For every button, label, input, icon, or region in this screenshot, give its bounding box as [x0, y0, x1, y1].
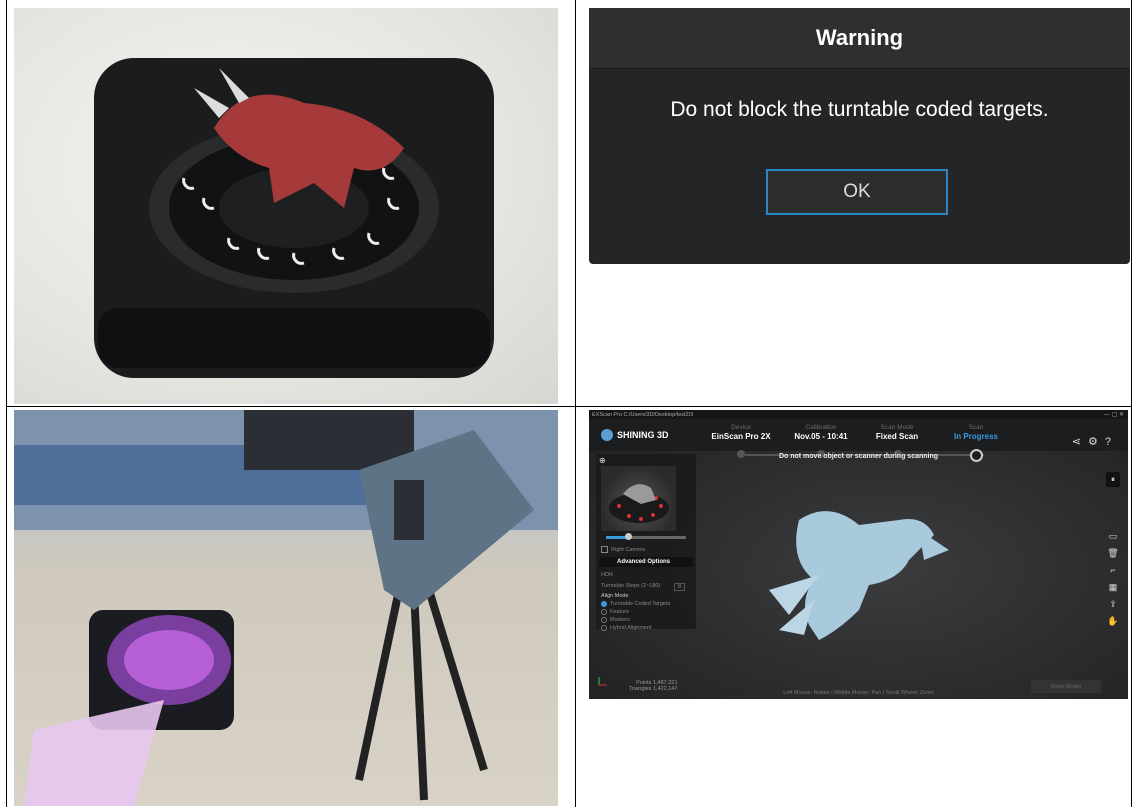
align-option: Feature — [610, 609, 629, 615]
align-option: Markers — [610, 617, 630, 623]
advanced-options-header[interactable]: Advanced Options — [599, 557, 693, 567]
scanned-mesh-model[interactable] — [759, 490, 959, 650]
top-toolbar-icons: ⋖⚙? — [1072, 435, 1118, 448]
scan-software-window: EXScan Pro C:/Users/3D/Desktop/test2/3 —… — [589, 410, 1128, 699]
logo-icon — [601, 429, 613, 441]
logo-text: SHINING 3D — [617, 430, 669, 440]
gear-icon[interactable]: ⚙ — [1088, 436, 1105, 448]
share-icon[interactable]: ⋖ — [1072, 436, 1088, 448]
camera-preview — [601, 466, 676, 531]
align-mode-label: Align Mode — [601, 593, 629, 599]
help-icon[interactable]: ? — [1105, 436, 1118, 448]
crop-icon[interactable]: ⌐ — [1106, 565, 1120, 578]
trash-icon[interactable]: 🗑 — [1106, 548, 1120, 561]
step-label: Device — [731, 424, 751, 431]
export-icon[interactable]: ⇪ — [1106, 599, 1120, 612]
align-radio-turntable[interactable] — [601, 601, 607, 607]
calendar-icon[interactable]: ▦ — [1106, 582, 1120, 595]
step-label: Calibration — [805, 424, 837, 431]
left-border — [6, 0, 7, 807]
hdr-label: HDR — [601, 572, 613, 578]
step-scan[interactable]: Scan In Progress — [936, 424, 1016, 441]
right-camera-checkbox[interactable] — [601, 546, 608, 553]
brand-logo: SHINING 3D — [601, 429, 669, 441]
align-radio-markers[interactable] — [601, 617, 607, 623]
scan-options-panel: ⊕ Right Camera Advanced Options HDR Turn… — [596, 454, 696, 631]
right-camera-label: Right Camera — [611, 547, 645, 553]
align-radio-feature[interactable] — [601, 609, 607, 615]
right-toolbar: ▭ 🗑 ⌐ ▦ ⇪ ✋ — [1106, 531, 1120, 633]
warning-dialog: Warning Do not block the turntable coded… — [589, 8, 1130, 264]
folder-icon[interactable]: ▭ — [1106, 531, 1120, 544]
step-value: EinScan Pro 2X — [711, 432, 771, 441]
turntable-steps-label: Turntable Steps (2~180) — [601, 583, 661, 589]
ok-button[interactable]: OK — [766, 169, 948, 215]
right-border — [1131, 0, 1132, 807]
align-option: Hybrid Alignment — [610, 625, 652, 631]
window-controls[interactable]: — ▢ ✕ — [1104, 411, 1124, 418]
turntable-illustration — [94, 58, 494, 378]
step-label: Scan Mode — [880, 424, 914, 431]
scanner-setup-illustration — [14, 410, 558, 806]
step-value: In Progress — [953, 432, 998, 441]
preview-illustration — [609, 484, 669, 523]
align-radio-hybrid[interactable] — [601, 625, 607, 631]
mesh-model-button[interactable]: Mesh Model — [1031, 680, 1101, 693]
hand-icon[interactable]: ✋ — [1106, 616, 1120, 629]
top-navigation-bar: SHINING 3D Device EinScan Pro 2X Calibra… — [589, 419, 1128, 462]
zoom-icon[interactable]: ⊕ — [599, 456, 606, 465]
align-option: Turntable Coded Targets — [610, 601, 671, 607]
step-value: Nov.05 - 10:41 — [794, 432, 848, 441]
column-divider — [575, 0, 576, 807]
dialog-message: Do not block the turntable coded targets… — [670, 98, 1049, 121]
pause-button[interactable]: ⏸ — [1106, 472, 1120, 487]
step-value: Fixed Scan — [875, 432, 919, 441]
step-scan-mode[interactable]: Scan Mode Fixed Scan — [857, 424, 937, 441]
step-device[interactable]: Device EinScan Pro 2X — [701, 424, 781, 441]
dialog-title: Warning — [589, 8, 1130, 69]
scanner-setup-photo — [14, 410, 558, 806]
axis-gizmo-icon — [597, 675, 609, 689]
window-title: EXScan Pro C:/Users/3D/Desktop/test2/3 — [592, 411, 694, 418]
window-titlebar: EXScan Pro C:/Users/3D/Desktop/test2/3 —… — [589, 410, 1128, 419]
step-label: Scan — [968, 424, 984, 431]
row-divider — [6, 406, 1132, 407]
turntable-steps-input[interactable]: 8 — [674, 583, 686, 591]
slider-knob[interactable] — [625, 533, 632, 540]
mesh-model-label: Mesh Model — [1051, 683, 1081, 690]
brightness-slider[interactable] — [606, 533, 686, 540]
step-calibration[interactable]: Calibration Nov.05 - 10:41 — [781, 424, 861, 441]
turntable-photo — [14, 8, 558, 404]
